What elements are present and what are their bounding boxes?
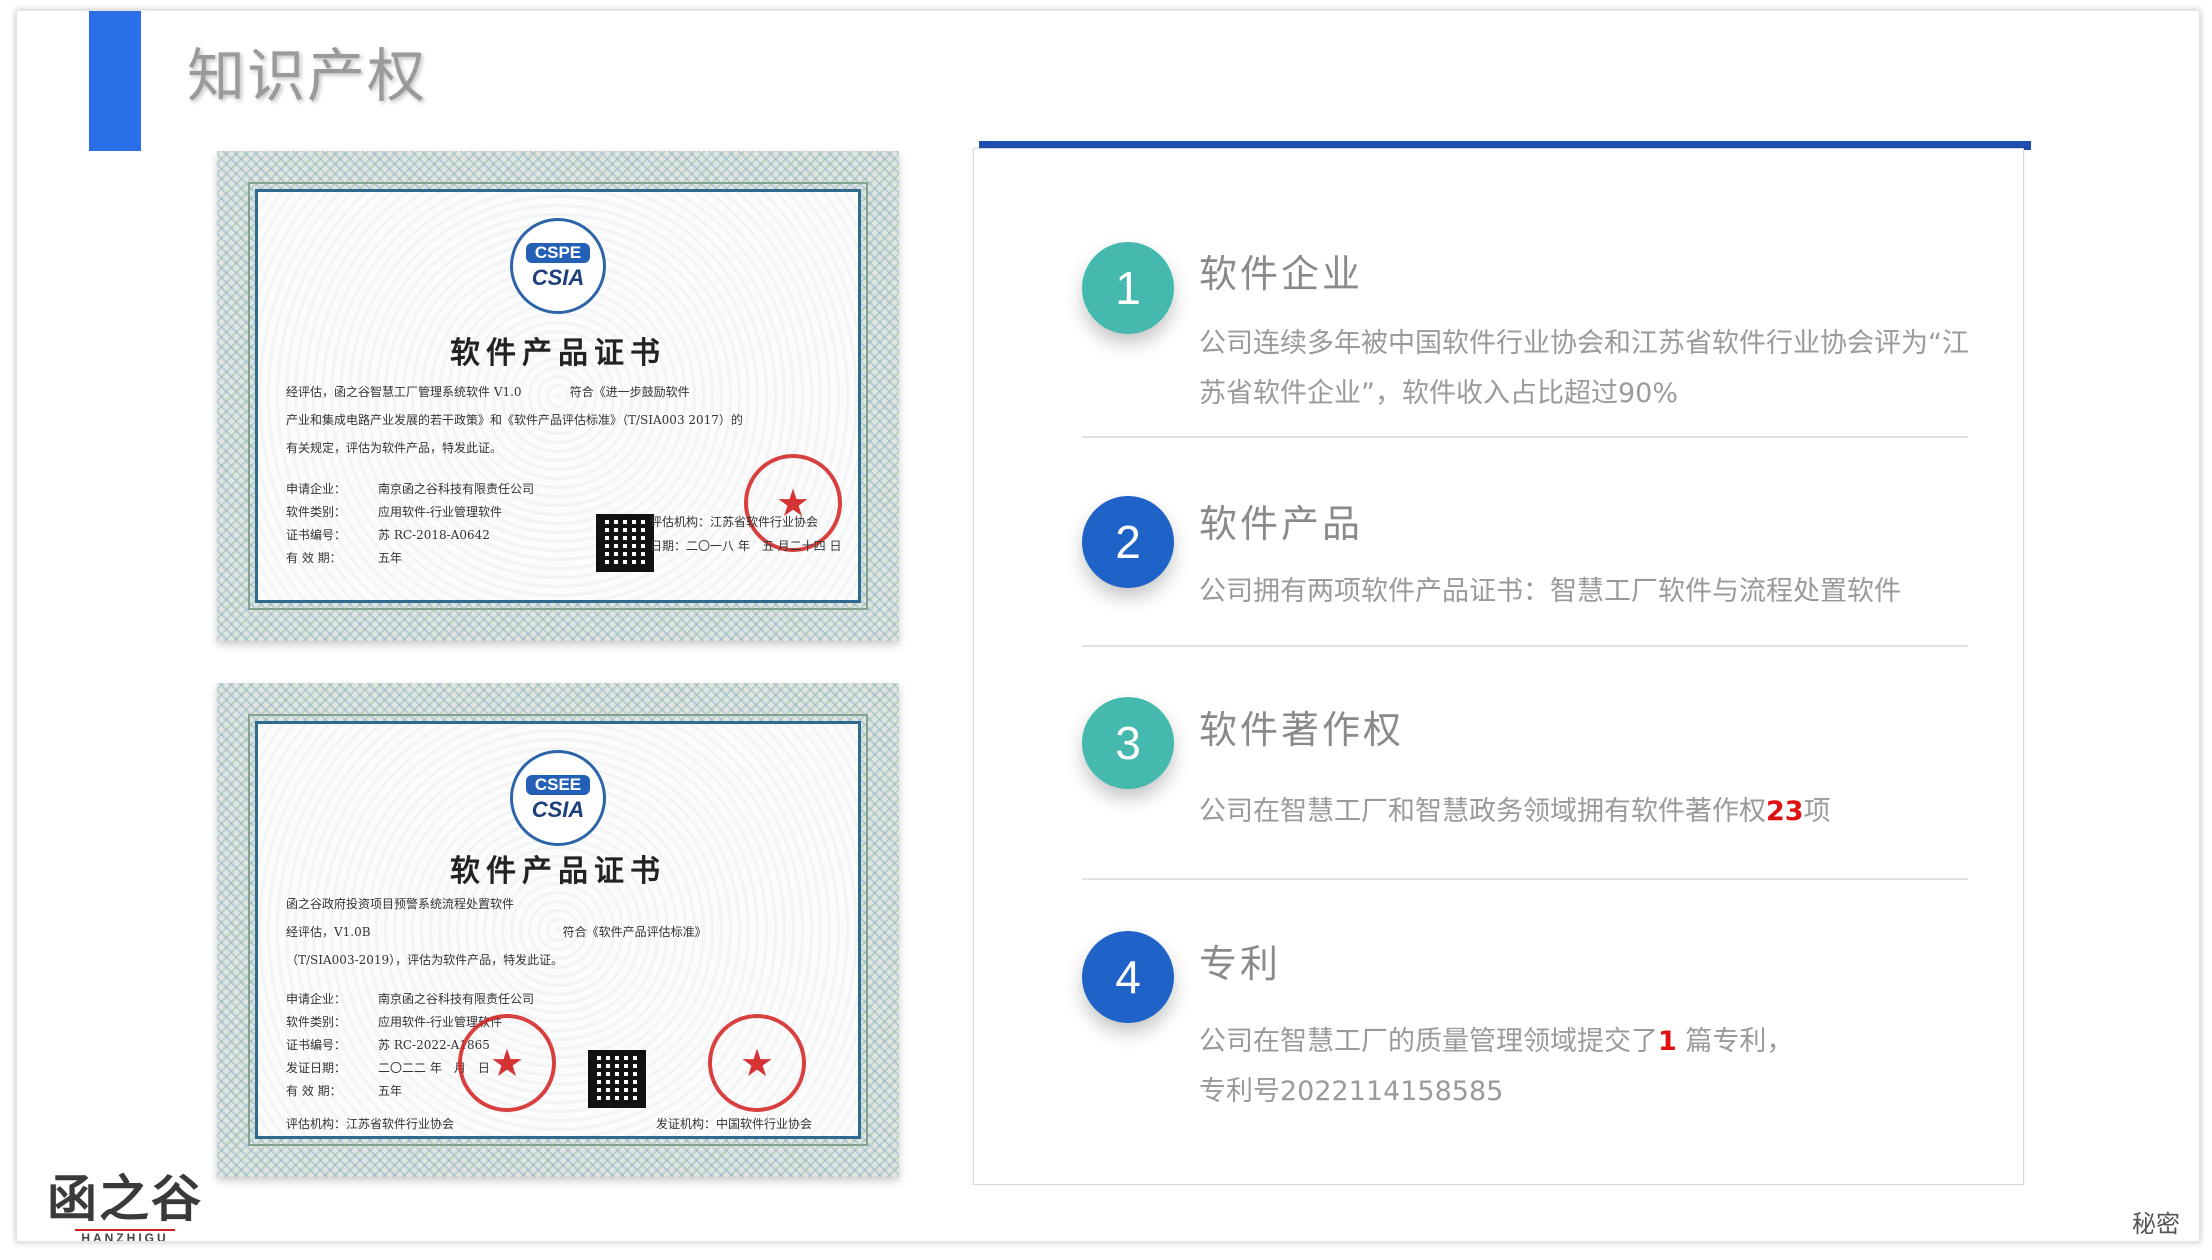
- item-description: 公司连续多年被中国软件行业协会和江苏省软件行业协会评为“江 苏省软件企业”，软件…: [1199, 319, 1999, 419]
- certificate-fields: 申请企业： 南京函之谷科技有限责任公司 软件类别： 应用软件-行业管理软件 证书编号…: [286, 478, 534, 570]
- field-label: 申请企业：: [286, 992, 347, 1006]
- number-badge: 1: [1082, 242, 1174, 334]
- certificate-field: 申请企业： 南京函之谷科技有限责任公司: [286, 478, 534, 501]
- certificate-body: 经评估，函之谷智慧工厂管理系统软件 V1.0 符合《进一步鼓励软件 产业和集成电…: [286, 378, 830, 462]
- item-description: 公司在智慧工厂和智慧政务领域拥有软件著作权23项: [1199, 787, 1999, 837]
- certificate-field: 证书编号： 苏 RC-2018-A0642: [286, 524, 534, 547]
- qr-code-icon: [596, 514, 654, 572]
- certificate-body-line: 有关规定，评估为软件产品，特发此证。: [286, 441, 503, 455]
- description-line: 公司连续多年被中国软件行业协会和江苏省软件行业协会评为“江: [1199, 328, 1969, 359]
- logo-top-text: CSEE: [526, 775, 590, 795]
- number-badge: 2: [1082, 496, 1174, 588]
- field-label: 证书编号：: [286, 1038, 347, 1052]
- certificate-body-line: 经评估，函之谷智慧工厂管理系统软件 V1.0 符合《进一步鼓励软件: [286, 385, 690, 399]
- field-label: 有 效 期：: [286, 1084, 342, 1098]
- certificate-field: 软件类别： 应用软件-行业管理软件: [286, 501, 534, 524]
- field-value: 苏 RC-2018-A0642: [378, 528, 490, 542]
- field-value: 五年: [378, 1084, 403, 1098]
- certificate-field: 申请企业： 南京函之谷科技有限责任公司: [286, 988, 534, 1011]
- certificate-body-line: （T/SIA003-2019），评估为软件产品，特发此证。: [286, 953, 564, 967]
- logo-bottom-text: CSIA: [531, 265, 585, 290]
- logo-bottom-text: CSIA: [531, 797, 585, 822]
- item-title: 专利: [1199, 942, 1282, 986]
- field-value: 五年: [378, 551, 403, 565]
- number-badge: 3: [1082, 697, 1174, 789]
- certificate-image-1: CSPE CSIA 软件产品证书 经评估，函之谷智慧工厂管理系统软件 V1.0 …: [217, 151, 899, 641]
- field-label: 有 效 期：: [286, 551, 342, 565]
- cspe-logo: CSPE CSIA: [510, 218, 606, 314]
- field-value: 南京函之谷科技有限责任公司: [378, 992, 535, 1006]
- description-line: 苏省软件企业”，软件收入占比超过90%: [1199, 378, 1678, 409]
- description-line: 专利号2022114158585: [1199, 1076, 1504, 1107]
- certificate-body-line: 产业和集成电路产业发展的若干政策》和《软件产品评估标准》（T/SIA003 20…: [286, 413, 743, 427]
- certificate-title: 软件产品证书: [450, 336, 666, 371]
- field-label: 申请企业：: [286, 482, 347, 496]
- page-title: 知识产权: [187, 42, 428, 110]
- certificate-paper: CSEE CSIA 软件产品证书 函之谷政府投资项目预警系统流程处置软件 经评估…: [248, 714, 868, 1146]
- issuer-date: 日期：二〇一八 年 五 月二十四 日: [650, 539, 842, 553]
- company-logo: 函之谷 HANZHIGU: [47, 1170, 203, 1241]
- certificate-body-line: 经评估，V1.0B 符合《软件产品评估标准》: [286, 925, 707, 939]
- csee-logo: CSEE CSIA: [510, 750, 606, 846]
- red-seal-icon: ★: [708, 1014, 806, 1112]
- certificate-body-line: 函之谷政府投资项目预警系统流程处置软件: [286, 897, 515, 911]
- certificate-paper: CSPE CSIA 软件产品证书 经评估，函之谷智慧工厂管理系统软件 V1.0 …: [248, 182, 868, 610]
- brand-subtitle: HANZHIGU: [75, 1229, 175, 1241]
- divider: [1082, 878, 1968, 880]
- field-label: 发证日期：: [286, 1061, 347, 1075]
- field-value: 应用软件-行业管理软件: [378, 505, 503, 519]
- certificate-issuer: 评估机构：江苏省软件行业协会 日期：二〇一八 年 五 月二十四 日: [650, 510, 841, 558]
- issuer-line: 评估机构：江苏省软件行业协会: [650, 515, 819, 529]
- item-description: 公司在智慧工厂的质量管理领域提交了1 篇专利， 专利号2022114158585: [1199, 1017, 1999, 1117]
- certificate-field: 有 效 期： 五年: [286, 547, 534, 570]
- divider: [1082, 436, 1968, 438]
- brand-name: 函之谷: [47, 1170, 203, 1228]
- item-description: 公司拥有两项软件产品证书：智慧工厂软件与流程处置软件: [1199, 576, 1901, 607]
- field-label: 证书编号：: [286, 528, 347, 542]
- logo-top-text: CSPE: [526, 243, 590, 263]
- qr-code-icon: [588, 1050, 646, 1108]
- certificate-issuer: 评估机构：江苏省软件行业协会: [286, 1117, 455, 1131]
- ip-summary-panel: 1 软件企业 公司连续多年被中国软件行业协会和江苏省软件行业协会评为“江 苏省软…: [973, 148, 2024, 1185]
- field-label: 软件类别：: [286, 1015, 347, 1029]
- slide: 知识产权 CSPE CSIA 软件产品证书 经评估，函之谷智慧工厂管理系统软件 …: [16, 10, 2200, 1242]
- certificate-body: 函之谷政府投资项目预警系统流程处置软件 经评估，V1.0B 符合《软件产品评估标…: [286, 890, 830, 974]
- certificate-issuer: 发证机构：中国软件行业协会: [656, 1117, 813, 1131]
- description-text: 公司在智慧工厂和智慧政务领域拥有软件著作权: [1199, 796, 1766, 827]
- item-title: 软件企业: [1199, 252, 1364, 296]
- number-badge: 4: [1082, 931, 1174, 1023]
- description-text: 项: [1803, 796, 1831, 827]
- divider: [1082, 645, 1968, 647]
- description-line: 公司在智慧工厂的质量管理领域提交了1 篇专利，: [1199, 1017, 1999, 1067]
- red-seal-icon: ★: [458, 1014, 556, 1112]
- item-title: 软件著作权: [1199, 708, 1405, 752]
- title-accent-bar: [89, 11, 141, 151]
- certificate-image-2: CSEE CSIA 软件产品证书 函之谷政府投资项目预警系统流程处置软件 经评估…: [217, 683, 899, 1177]
- item-title: 软件产品: [1199, 502, 1364, 546]
- highlight-count: 23: [1766, 796, 1804, 827]
- description-text: 公司在智慧工厂的质量管理领域提交了: [1199, 1026, 1658, 1057]
- highlight-count: 1: [1658, 1026, 1677, 1057]
- description-text: 篇专利，: [1676, 1026, 1794, 1057]
- field-label: 软件类别：: [286, 505, 347, 519]
- confidential-label: 秘密: [2132, 1210, 2180, 1238]
- field-value: 南京函之谷科技有限责任公司: [378, 482, 535, 496]
- certificate-title: 软件产品证书: [450, 854, 666, 889]
